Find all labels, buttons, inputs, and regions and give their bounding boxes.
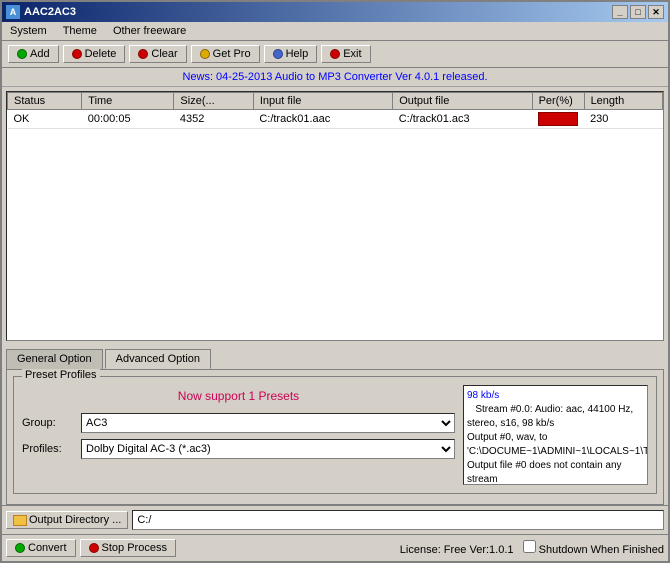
- profiles-select[interactable]: Dolby Digital AC-3 (*.ac3): [81, 439, 455, 459]
- info-line-2: Output #0, wav, to 'C:\DOCUME~1\ADMINI~1…: [467, 432, 648, 457]
- tabs-row: General Option Advanced Option: [6, 349, 664, 369]
- preset-profiles-label: Preset Profiles: [22, 369, 100, 381]
- main-window: A AAC2AC3 _ □ ✕ System Theme Other freew…: [0, 0, 670, 563]
- info-text: 98 kb/s Stream #0.0: Audio: aac, 44100 H…: [467, 389, 644, 485]
- convert-button[interactable]: Convert: [6, 539, 76, 557]
- col-per: Per(%): [532, 93, 584, 110]
- info-panel: 98 kb/s Stream #0.0: Audio: aac, 44100 H…: [463, 385, 648, 485]
- stop-button[interactable]: Stop Process: [80, 539, 176, 557]
- tabs-area: General Option Advanced Option Preset Pr…: [2, 345, 668, 505]
- shutdown-label: Shutdown When Finished: [539, 544, 664, 556]
- bottom-bar: Convert Stop Process License: Free Ver:1…: [2, 534, 668, 561]
- license-area: License: Free Ver:1.0.1 Shutdown When Fi…: [180, 540, 664, 556]
- delete-icon: [72, 49, 82, 59]
- stop-label: Stop Process: [102, 542, 167, 554]
- output-row: Output Directory ...: [2, 505, 668, 534]
- exit-icon: [330, 49, 340, 59]
- stop-icon: [89, 543, 99, 553]
- profiles-label: Profiles:: [22, 443, 77, 455]
- file-table: Status Time Size(... Input file Output f…: [7, 92, 663, 129]
- cell-output: C:/track01.ac3: [393, 110, 532, 129]
- col-input: Input file: [253, 93, 392, 110]
- group-label: Group:: [22, 417, 77, 429]
- output-path-input[interactable]: [132, 510, 664, 530]
- close-button[interactable]: ✕: [648, 5, 664, 19]
- getpro-button[interactable]: Get Pro: [191, 45, 260, 63]
- menu-bar: System Theme Other freeware: [2, 22, 668, 41]
- col-status: Status: [8, 93, 82, 110]
- folder-icon: [13, 515, 27, 526]
- cell-time: 00:00:05: [82, 110, 174, 129]
- col-output: Output file: [393, 93, 532, 110]
- help-button[interactable]: Help: [264, 45, 318, 63]
- output-directory-label: Output Directory ...: [29, 514, 121, 526]
- table-row[interactable]: OK 00:00:05 4352 C:/track01.aac C:/track…: [8, 110, 663, 129]
- tab-content: Preset Profiles Now support 1 Presets Gr…: [6, 369, 664, 505]
- now-support-text: Now support 1 Presets: [22, 389, 455, 403]
- news-bar: News: 04-25-2013 Audio to MP3 Converter …: [2, 68, 668, 87]
- group-select[interactable]: AC3: [81, 413, 455, 433]
- clear-button[interactable]: Clear: [129, 45, 186, 63]
- info-line-3: Output file #0 does not contain any stre…: [467, 460, 622, 485]
- getpro-icon: [200, 49, 210, 59]
- group-row: Group: AC3: [22, 413, 455, 433]
- convert-icon: [15, 543, 25, 553]
- progress-bar: [538, 112, 578, 126]
- file-table-container[interactable]: Status Time Size(... Input file Output f…: [6, 91, 664, 341]
- profiles-row: Profiles: Dolby Digital AC-3 (*.ac3): [22, 439, 455, 459]
- preset-inner: Now support 1 Presets Group: AC3 Profile…: [22, 385, 648, 485]
- title-bar: A AAC2AC3 _ □ ✕: [2, 2, 668, 22]
- convert-label: Convert: [28, 542, 67, 554]
- tab-advanced[interactable]: Advanced Option: [105, 349, 211, 369]
- menu-other-freeware[interactable]: Other freeware: [109, 24, 190, 38]
- col-size: Size(...: [174, 93, 253, 110]
- info-line-0: 98 kb/s: [467, 390, 499, 401]
- tab-general[interactable]: General Option: [6, 349, 103, 369]
- col-length: Length: [584, 93, 662, 110]
- cell-input: C:/track01.aac: [253, 110, 392, 129]
- cell-size: 4352: [174, 110, 253, 129]
- col-time: Time: [82, 93, 174, 110]
- cell-status: OK: [8, 110, 82, 129]
- preset-left: Now support 1 Presets Group: AC3 Profile…: [22, 385, 455, 485]
- output-directory-button[interactable]: Output Directory ...: [6, 511, 128, 529]
- toolbar: Add Delete Clear Get Pro Help Exit: [2, 41, 668, 68]
- help-icon: [273, 49, 283, 59]
- add-icon: [17, 49, 27, 59]
- clear-icon: [138, 49, 148, 59]
- title-bar-buttons: _ □ ✕: [612, 5, 664, 19]
- add-button[interactable]: Add: [8, 45, 59, 63]
- cell-per: [532, 110, 584, 129]
- delete-button[interactable]: Delete: [63, 45, 126, 63]
- window-title: AAC2AC3: [24, 6, 76, 18]
- maximize-button[interactable]: □: [630, 5, 646, 19]
- cell-length: 230: [584, 110, 662, 129]
- menu-system[interactable]: System: [6, 24, 51, 38]
- preset-profiles-group: Preset Profiles Now support 1 Presets Gr…: [13, 376, 657, 494]
- license-text: License: Free Ver:1.0.1: [400, 544, 514, 556]
- exit-button[interactable]: Exit: [321, 45, 370, 63]
- shutdown-checkbox[interactable]: [523, 540, 536, 553]
- news-text: News: 04-25-2013 Audio to MP3 Converter …: [182, 71, 487, 83]
- info-line-1: Stream #0.0: Audio: aac, 44100 Hz, stere…: [467, 404, 633, 429]
- menu-theme[interactable]: Theme: [59, 24, 101, 38]
- minimize-button[interactable]: _: [612, 5, 628, 19]
- app-icon: A: [6, 5, 20, 19]
- title-bar-left: A AAC2AC3: [6, 5, 76, 19]
